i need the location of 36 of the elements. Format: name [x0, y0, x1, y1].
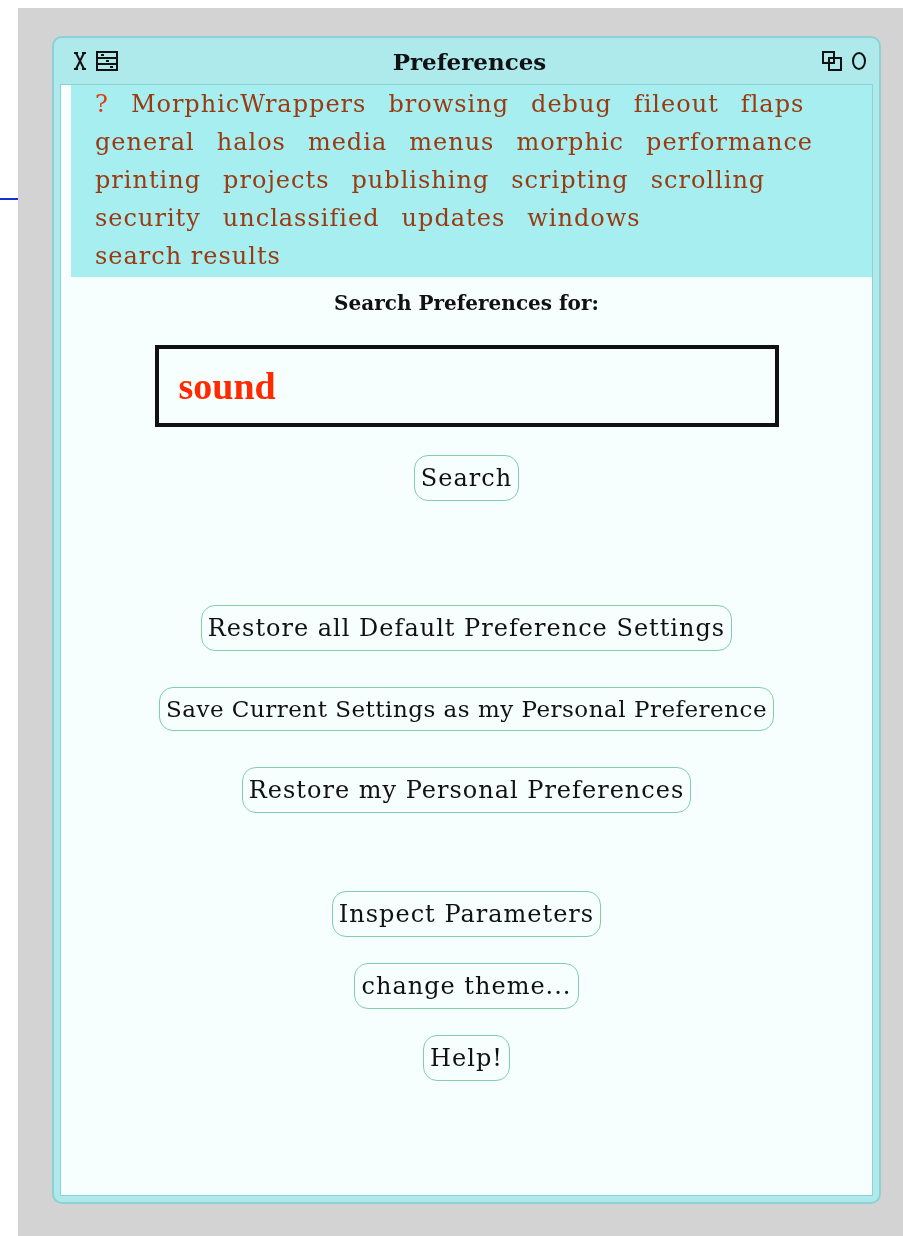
action-button[interactable]: change theme...: [354, 963, 579, 1009]
help-link[interactable]: ?: [95, 85, 109, 123]
category-link[interactable]: halos: [216, 123, 286, 161]
category-link[interactable]: menus: [409, 123, 495, 161]
action-button[interactable]: Inspect Parameters: [331, 891, 602, 937]
action-button[interactable]: Help!: [423, 1035, 510, 1081]
action-button[interactable]: Restore my Personal Preferences: [241, 767, 692, 813]
category-link[interactable]: projects: [223, 161, 330, 199]
category-link[interactable]: scripting: [511, 161, 629, 199]
category-link[interactable]: morphic: [516, 123, 625, 161]
category-link[interactable]: debug: [531, 85, 612, 123]
category-link[interactable]: media: [307, 123, 388, 161]
search-heading: Search Preferences for:: [334, 291, 599, 315]
search-button[interactable]: Search: [413, 455, 520, 501]
category-link[interactable]: updates: [401, 199, 506, 237]
category-link[interactable]: browsing: [388, 85, 510, 123]
category-link[interactable]: security: [95, 199, 201, 237]
category-link[interactable]: general: [95, 123, 195, 161]
search-field[interactable]: sound: [154, 345, 779, 427]
category-link[interactable]: fileout: [633, 85, 719, 123]
category-link[interactable]: unclassified: [222, 199, 380, 237]
action-button[interactable]: Restore all Default Preference Settings: [200, 605, 733, 651]
category-link[interactable]: performance: [646, 123, 814, 161]
category-link[interactable]: printing: [95, 161, 202, 199]
category-link[interactable]: MorphicWrappers: [130, 85, 367, 123]
collapse-icon[interactable]: [821, 50, 843, 72]
category-link[interactable]: scrolling: [650, 161, 766, 199]
window-title: Preferences: [391, 47, 548, 75]
action-button[interactable]: Save Current Settings as my Personal Preference: [158, 687, 775, 731]
menu-icon[interactable]: [96, 51, 118, 71]
close-icon[interactable]: [72, 51, 88, 71]
category-link[interactable]: publishing: [351, 161, 490, 199]
category-link[interactable]: flaps: [740, 85, 805, 123]
expand-icon[interactable]: [851, 51, 867, 71]
category-link[interactable]: search results: [95, 237, 281, 275]
category-link[interactable]: windows: [527, 199, 641, 237]
